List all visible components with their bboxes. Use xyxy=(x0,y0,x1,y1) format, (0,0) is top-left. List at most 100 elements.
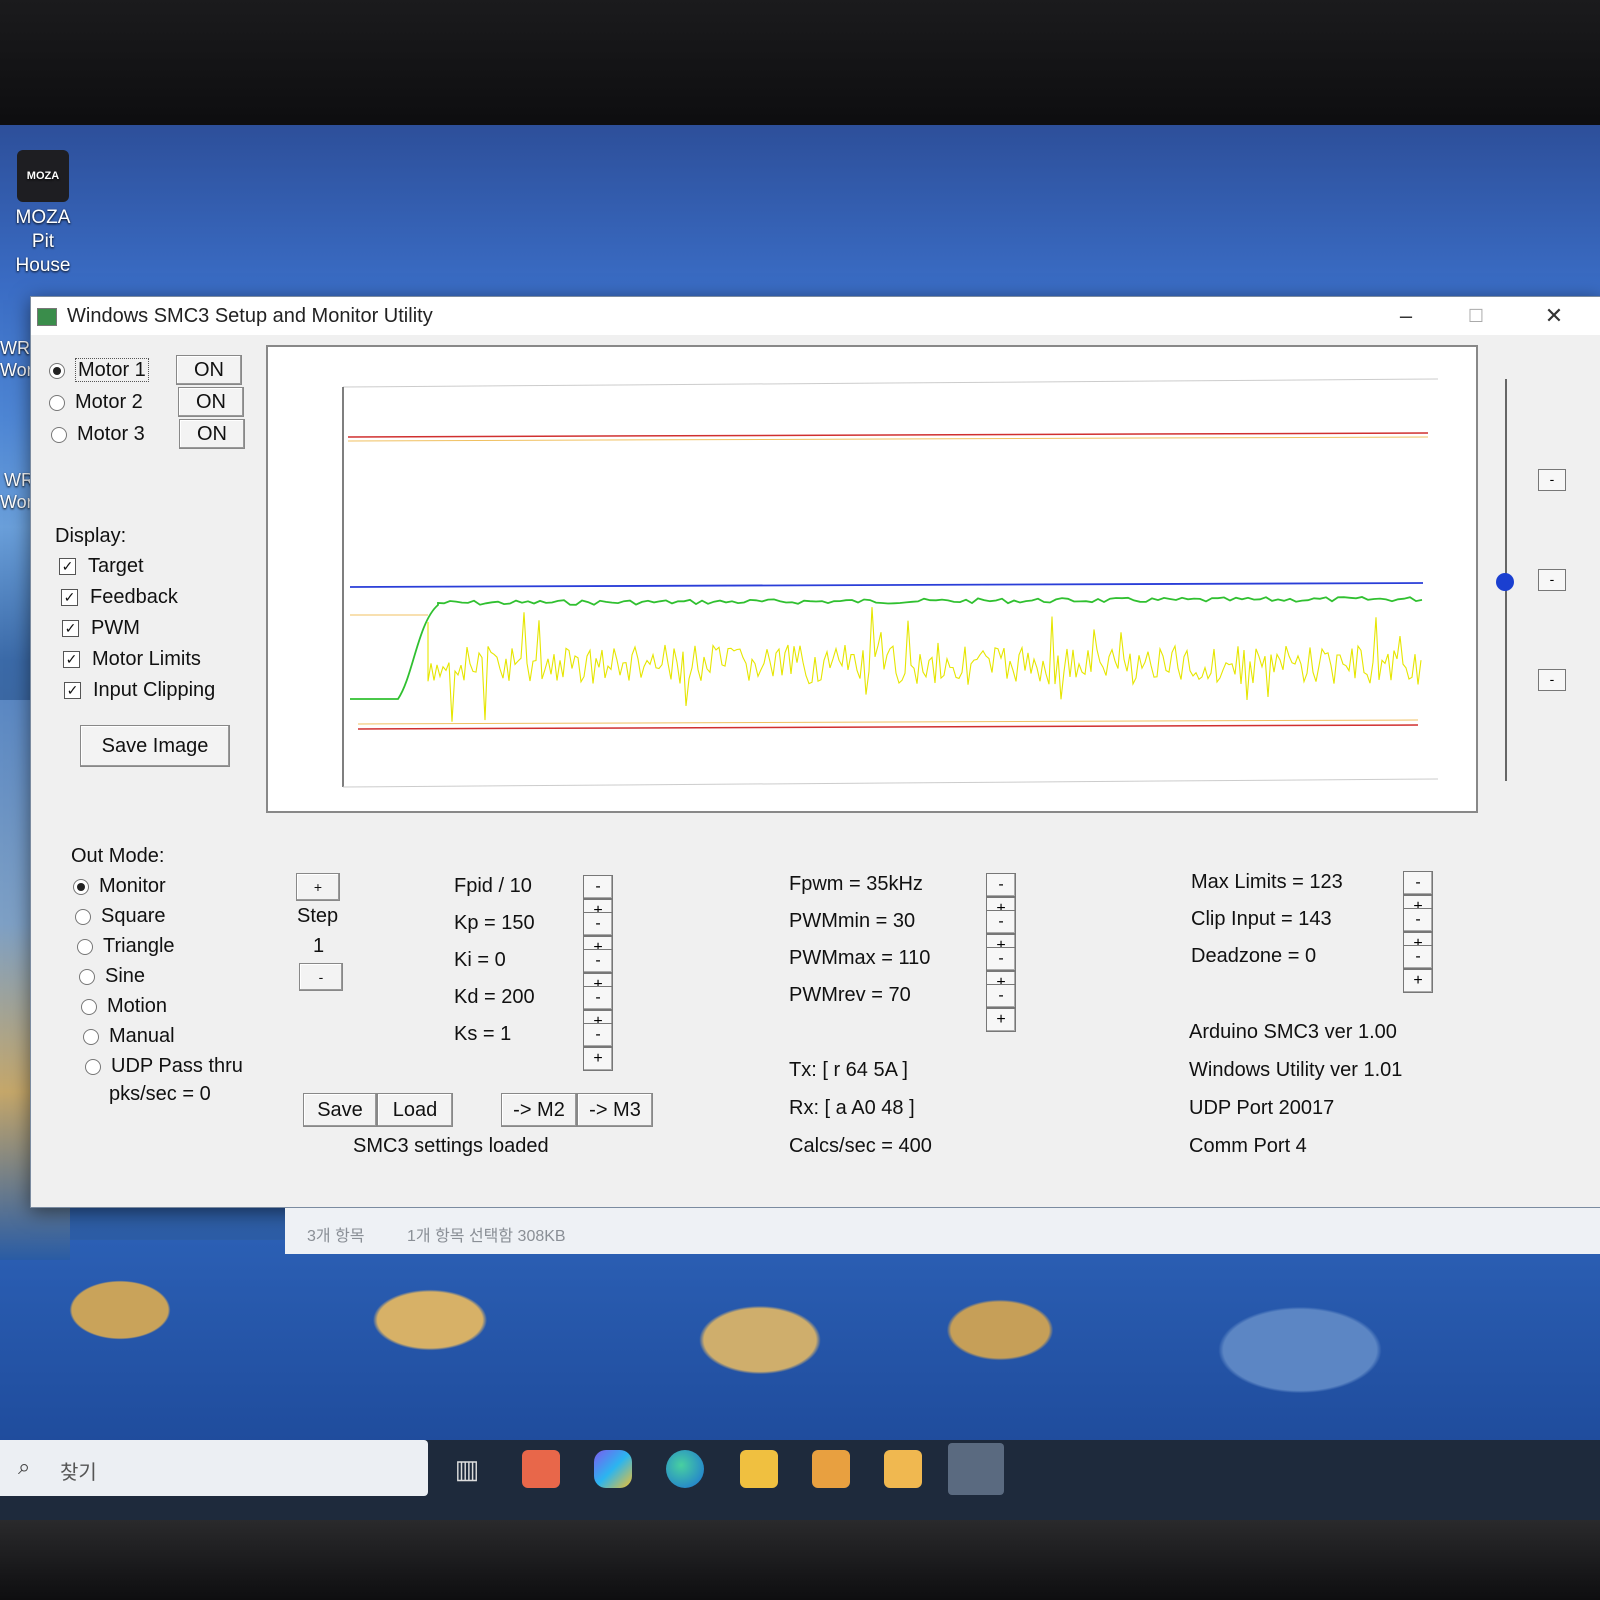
save-image-button[interactable]: Save Image xyxy=(80,725,230,767)
checkbox-feedback[interactable]: ✓ Feedback xyxy=(61,586,178,609)
check-icon: ✓ xyxy=(59,558,76,576)
motor-1-radio[interactable]: Motor 1 xyxy=(49,358,149,382)
side-minus-button-2[interactable]: - xyxy=(1538,569,1566,591)
minus-button[interactable]: - xyxy=(583,986,613,1010)
radio-indicator xyxy=(49,394,65,411)
motor-2-on-button[interactable]: ON xyxy=(178,387,244,417)
pid-param-label: Ks = 1 xyxy=(454,1023,512,1045)
step-minus-button[interactable]: - xyxy=(299,963,343,991)
plus-button[interactable]: + xyxy=(583,1047,613,1071)
plus-button[interactable]: + xyxy=(1403,969,1433,993)
taskbar-search[interactable]: ⌕ 찾기 xyxy=(0,1440,428,1496)
motor-label: Motor 1 xyxy=(75,358,149,382)
task-view-icon[interactable]: ▥ xyxy=(448,1450,486,1488)
motor-1-on-button[interactable]: ON xyxy=(176,355,242,385)
step-plus-button[interactable]: + xyxy=(296,873,340,901)
pid-stepper[interactable]: -+ xyxy=(583,912,647,960)
minus-button[interactable]: - xyxy=(1403,945,1433,969)
radio-indicator xyxy=(83,1028,99,1045)
check-icon: ✓ xyxy=(62,620,79,638)
side-minus-button-1[interactable]: - xyxy=(1538,469,1566,491)
close-button[interactable]: ✕ xyxy=(1519,297,1589,335)
maximize-button[interactable]: ☐ xyxy=(1441,297,1511,335)
minus-button[interactable]: - xyxy=(583,912,613,936)
radio-indicator xyxy=(49,362,65,379)
window-title: Windows SMC3 Setup and Monitor Utility xyxy=(67,305,433,327)
desktop-icon-label: MOZA Pit xyxy=(15,207,71,252)
step-label: Step xyxy=(297,905,339,927)
lower-clip-line xyxy=(357,719,1419,725)
pwm-stepper[interactable]: -+ xyxy=(986,910,1050,958)
monitor-bezel-top xyxy=(0,0,1600,130)
motor-label: Motor 3 xyxy=(77,423,145,445)
desktop-icon-moza[interactable]: MOZA MOZA Pit House xyxy=(4,150,82,278)
edge-browser-icon[interactable] xyxy=(666,1450,704,1488)
app-icon-2[interactable] xyxy=(884,1450,922,1488)
minus-button[interactable]: - xyxy=(986,984,1016,1008)
checkbox-pwm[interactable]: ✓ PWM xyxy=(62,617,140,640)
rx-readout: Rx: [ a A0 48 ] xyxy=(789,1097,915,1119)
out-mode-radio-1[interactable]: Monitor xyxy=(73,875,166,898)
minus-button[interactable]: - xyxy=(1403,871,1433,895)
client-area: Motor 1 ON Motor 2 ON Motor 3 ON Display… xyxy=(31,335,1600,1207)
grid-line-bottom xyxy=(342,778,1439,788)
minus-button[interactable]: - xyxy=(986,947,1016,971)
target-line xyxy=(349,582,1424,588)
app-icon-orange[interactable] xyxy=(522,1450,560,1488)
minus-button[interactable]: - xyxy=(583,875,613,899)
pid-param-label: Fpid / 10 xyxy=(454,875,532,897)
checkbox-target[interactable]: ✓ Target xyxy=(59,555,144,578)
out-mode-label: Motion xyxy=(107,995,168,1017)
minimize-button[interactable]: – xyxy=(1371,297,1441,335)
pwm-stepper[interactable]: -+ xyxy=(986,984,1050,1032)
load-button[interactable]: Load xyxy=(377,1093,453,1127)
status-text: SMC3 settings loaded xyxy=(353,1135,549,1157)
check-icon: ✓ xyxy=(61,589,78,607)
minus-button[interactable]: - xyxy=(986,873,1016,897)
out-mode-heading: Out Mode: xyxy=(71,845,165,867)
radio-indicator xyxy=(75,908,91,925)
comm-port: Comm Port 4 xyxy=(1189,1135,1307,1157)
motor-3-on-button[interactable]: ON xyxy=(179,419,245,449)
pid-stepper[interactable]: -+ xyxy=(583,949,647,997)
pks-sec-label: pks/sec = 0 xyxy=(109,1083,211,1105)
save-button[interactable]: Save xyxy=(303,1093,377,1127)
copy-to-m3-button[interactable]: -> M3 xyxy=(577,1093,653,1127)
minus-button[interactable]: - xyxy=(583,949,613,973)
file-explorer-icon[interactable] xyxy=(740,1450,778,1488)
motor-3-radio[interactable]: Motor 3 xyxy=(51,423,145,446)
out-mode-radio-3[interactable]: Triangle xyxy=(77,935,175,958)
pwm-stepper[interactable]: -+ xyxy=(986,873,1050,921)
pid-stepper[interactable]: -+ xyxy=(583,875,647,923)
out-mode-radio-6[interactable]: Manual xyxy=(83,1025,175,1048)
plus-button[interactable]: + xyxy=(986,1008,1016,1032)
pid-stepper[interactable]: -+ xyxy=(583,986,647,1034)
item-count: 3개 항목 xyxy=(307,1228,365,1245)
out-mode-radio-2[interactable]: Square xyxy=(75,905,166,928)
minus-button[interactable]: - xyxy=(1403,908,1433,932)
limits-stepper[interactable]: -+ xyxy=(1403,908,1467,956)
limits-stepper[interactable]: -+ xyxy=(1403,945,1467,993)
pid-stepper[interactable]: -+ xyxy=(583,1023,647,1071)
limits-stepper[interactable]: -+ xyxy=(1403,871,1467,919)
udp-port: UDP Port 20017 xyxy=(1189,1097,1335,1119)
vertical-slider-thumb[interactable] xyxy=(1496,573,1514,591)
out-mode-radio-7[interactable]: UDP Pass thru xyxy=(85,1055,243,1078)
pwm-stepper[interactable]: -+ xyxy=(986,947,1050,995)
out-mode-radio-5[interactable]: Motion xyxy=(81,995,167,1018)
smc3-taskbar-button[interactable] xyxy=(948,1443,1004,1495)
app-icon xyxy=(37,308,57,326)
checkbox-input-clipping[interactable]: ✓ Input Clipping xyxy=(64,679,215,702)
motor-2-radio[interactable]: Motor 2 xyxy=(49,391,143,414)
side-minus-button-3[interactable]: - xyxy=(1538,669,1566,691)
minus-button[interactable]: - xyxy=(986,910,1016,934)
out-mode-radio-4[interactable]: Sine xyxy=(79,965,145,988)
app-icon-1[interactable] xyxy=(812,1450,850,1488)
desktop-edge-label: Wor xyxy=(0,492,33,512)
copy-to-m2-button[interactable]: -> M2 xyxy=(501,1093,577,1127)
title-bar[interactable]: Windows SMC3 Setup and Monitor Utility –… xyxy=(31,297,1600,336)
copilot-icon[interactable] xyxy=(594,1450,632,1488)
arduino-version: Arduino SMC3 ver 1.00 xyxy=(1189,1021,1397,1043)
checkbox-motor-limits[interactable]: ✓ Motor Limits xyxy=(63,648,201,671)
minus-button[interactable]: - xyxy=(583,1023,613,1047)
